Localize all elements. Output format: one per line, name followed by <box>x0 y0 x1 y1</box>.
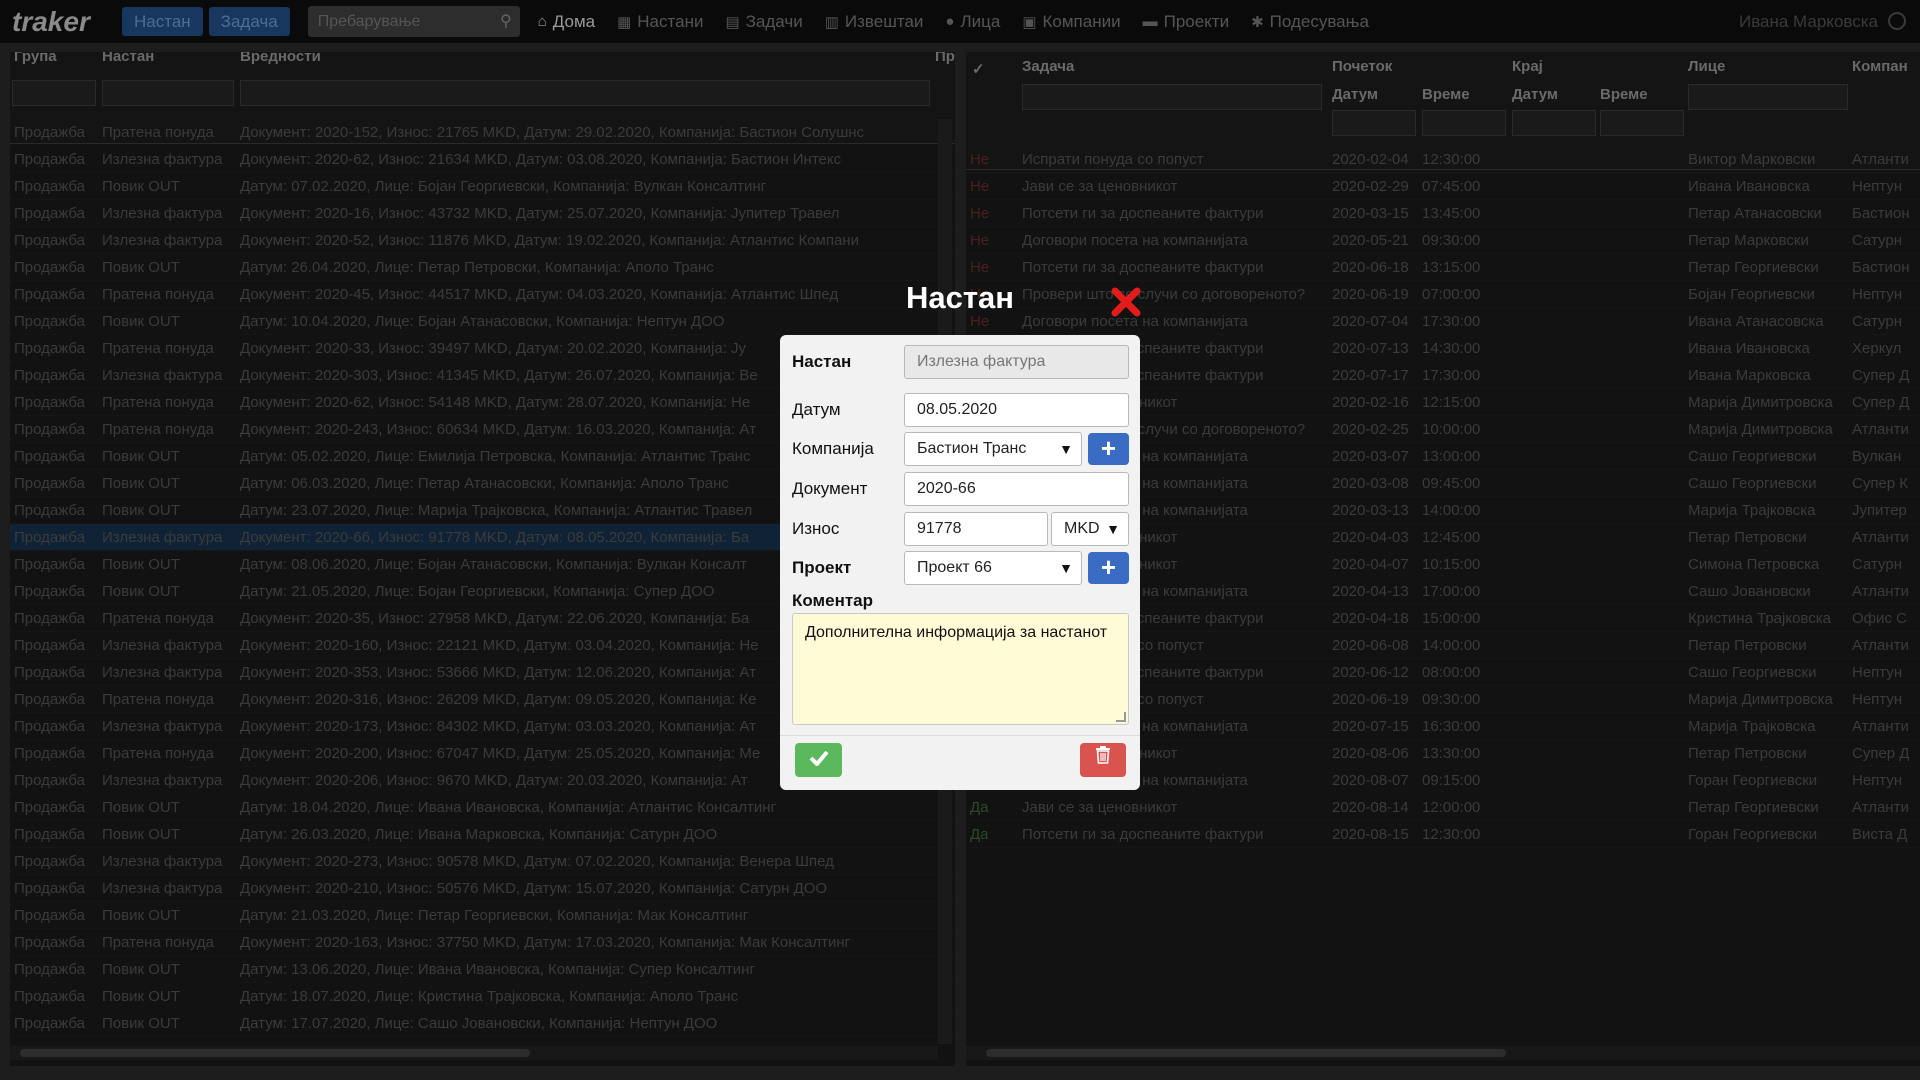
comment-text: Дополнителна информација за настанот <box>805 624 1108 641</box>
company-select-value: Бастион Транс <box>917 440 1027 457</box>
document-label: Документ <box>792 479 868 498</box>
currency-select[interactable]: MKD ▼ <box>1051 512 1129 546</box>
modal-title: Настан <box>905 280 1014 315</box>
project-select-value: Проект 66 <box>917 559 992 576</box>
checkmark-icon <box>809 750 829 767</box>
event-modal: Настан Излезна фактура Датум 08.05.2020 … <box>780 335 1140 790</box>
amount-field[interactable]: 91778 <box>904 512 1048 546</box>
save-button[interactable] <box>795 743 842 777</box>
project-label: Проект <box>792 558 852 577</box>
add-project-button[interactable]: + <box>1088 552 1129 584</box>
add-company-button[interactable]: + <box>1088 433 1129 465</box>
chevron-down-icon: ▼ <box>1106 521 1120 537</box>
date-field[interactable]: 08.05.2020 <box>904 393 1129 427</box>
delete-button[interactable] <box>1080 743 1126 777</box>
chevron-down-icon: ▼ <box>1059 560 1073 576</box>
date-label: Датум <box>792 400 841 419</box>
company-label: Компанија <box>792 439 874 458</box>
amount-label: Износ <box>792 519 840 538</box>
chevron-down-icon: ▼ <box>1059 441 1073 457</box>
event-type-label: Настан <box>792 352 852 371</box>
event-type-field: Излезна фактура <box>904 345 1129 379</box>
resize-handle-icon[interactable] <box>1116 712 1126 722</box>
trash-icon <box>1096 746 1110 764</box>
currency-select-value: MKD <box>1064 520 1100 537</box>
comment-label: Коментар <box>792 591 873 610</box>
comment-textarea[interactable]: Дополнителна информација за настанот <box>792 613 1129 725</box>
company-select[interactable]: Бастион Транс ▼ <box>904 432 1082 466</box>
close-icon[interactable] <box>1110 286 1142 318</box>
document-field[interactable]: 2020-66 <box>904 472 1129 506</box>
project-select[interactable]: Проект 66 ▼ <box>904 551 1082 585</box>
